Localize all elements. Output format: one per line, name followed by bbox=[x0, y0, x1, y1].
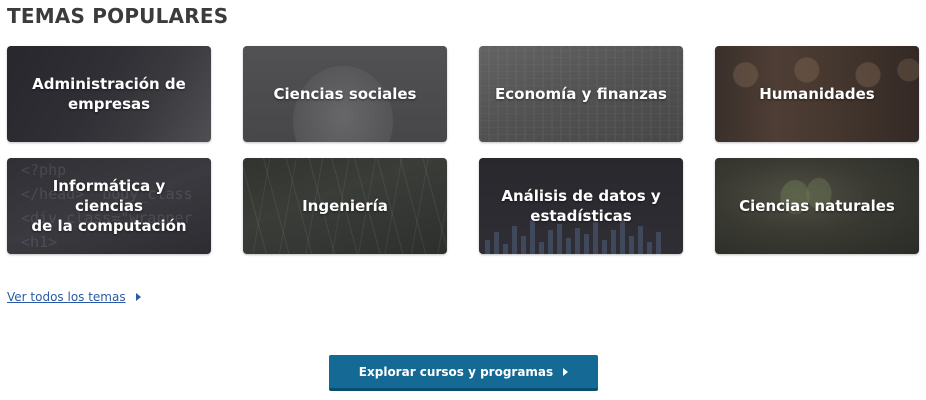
caret-right-icon bbox=[563, 367, 569, 376]
topic-label: Humanidades bbox=[759, 85, 875, 103]
topic-tile-ciencias-naturales[interactable]: Ciencias naturales bbox=[715, 158, 919, 254]
caret-right-icon bbox=[135, 293, 141, 301]
topic-tile-ciencias-sociales[interactable]: Ciencias sociales bbox=[243, 46, 447, 142]
topic-label: Ciencias sociales bbox=[273, 85, 417, 103]
topic-tile-informatica[interactable]: <?php </head> body_class <div class="wra… bbox=[7, 158, 211, 254]
topic-tile-economia[interactable]: Economía y finanzas bbox=[479, 46, 683, 142]
see-all-label: Ver todos los temas bbox=[7, 290, 126, 304]
topic-label: Economía y finanzas bbox=[495, 85, 667, 103]
topic-label: Informática y ciencias de la computación bbox=[31, 177, 187, 235]
topic-tile-ingenieria[interactable]: Ingeniería bbox=[243, 158, 447, 254]
topics-grid: Administración de empresas Ciencias soci… bbox=[7, 46, 919, 254]
topic-label: Ingeniería bbox=[302, 197, 388, 215]
explore-courses-button[interactable]: Explorar cursos y programas bbox=[329, 355, 598, 391]
explore-button-label: Explorar cursos y programas bbox=[358, 364, 554, 379]
see-all-topics-link[interactable]: Ver todos los temas bbox=[7, 290, 141, 304]
topic-tile-humanidades[interactable]: Humanidades bbox=[715, 46, 919, 142]
topic-label: Ciencias naturales bbox=[739, 197, 895, 215]
topic-tile-analisis-datos[interactable]: Análisis de datos y estadísticas bbox=[479, 158, 683, 254]
section-title: TEMAS POPULARES bbox=[7, 4, 229, 28]
topic-label: Administración de empresas bbox=[32, 75, 186, 113]
topic-label: Análisis de datos y estadísticas bbox=[501, 187, 661, 225]
topic-tile-administracion[interactable]: Administración de empresas bbox=[7, 46, 211, 142]
